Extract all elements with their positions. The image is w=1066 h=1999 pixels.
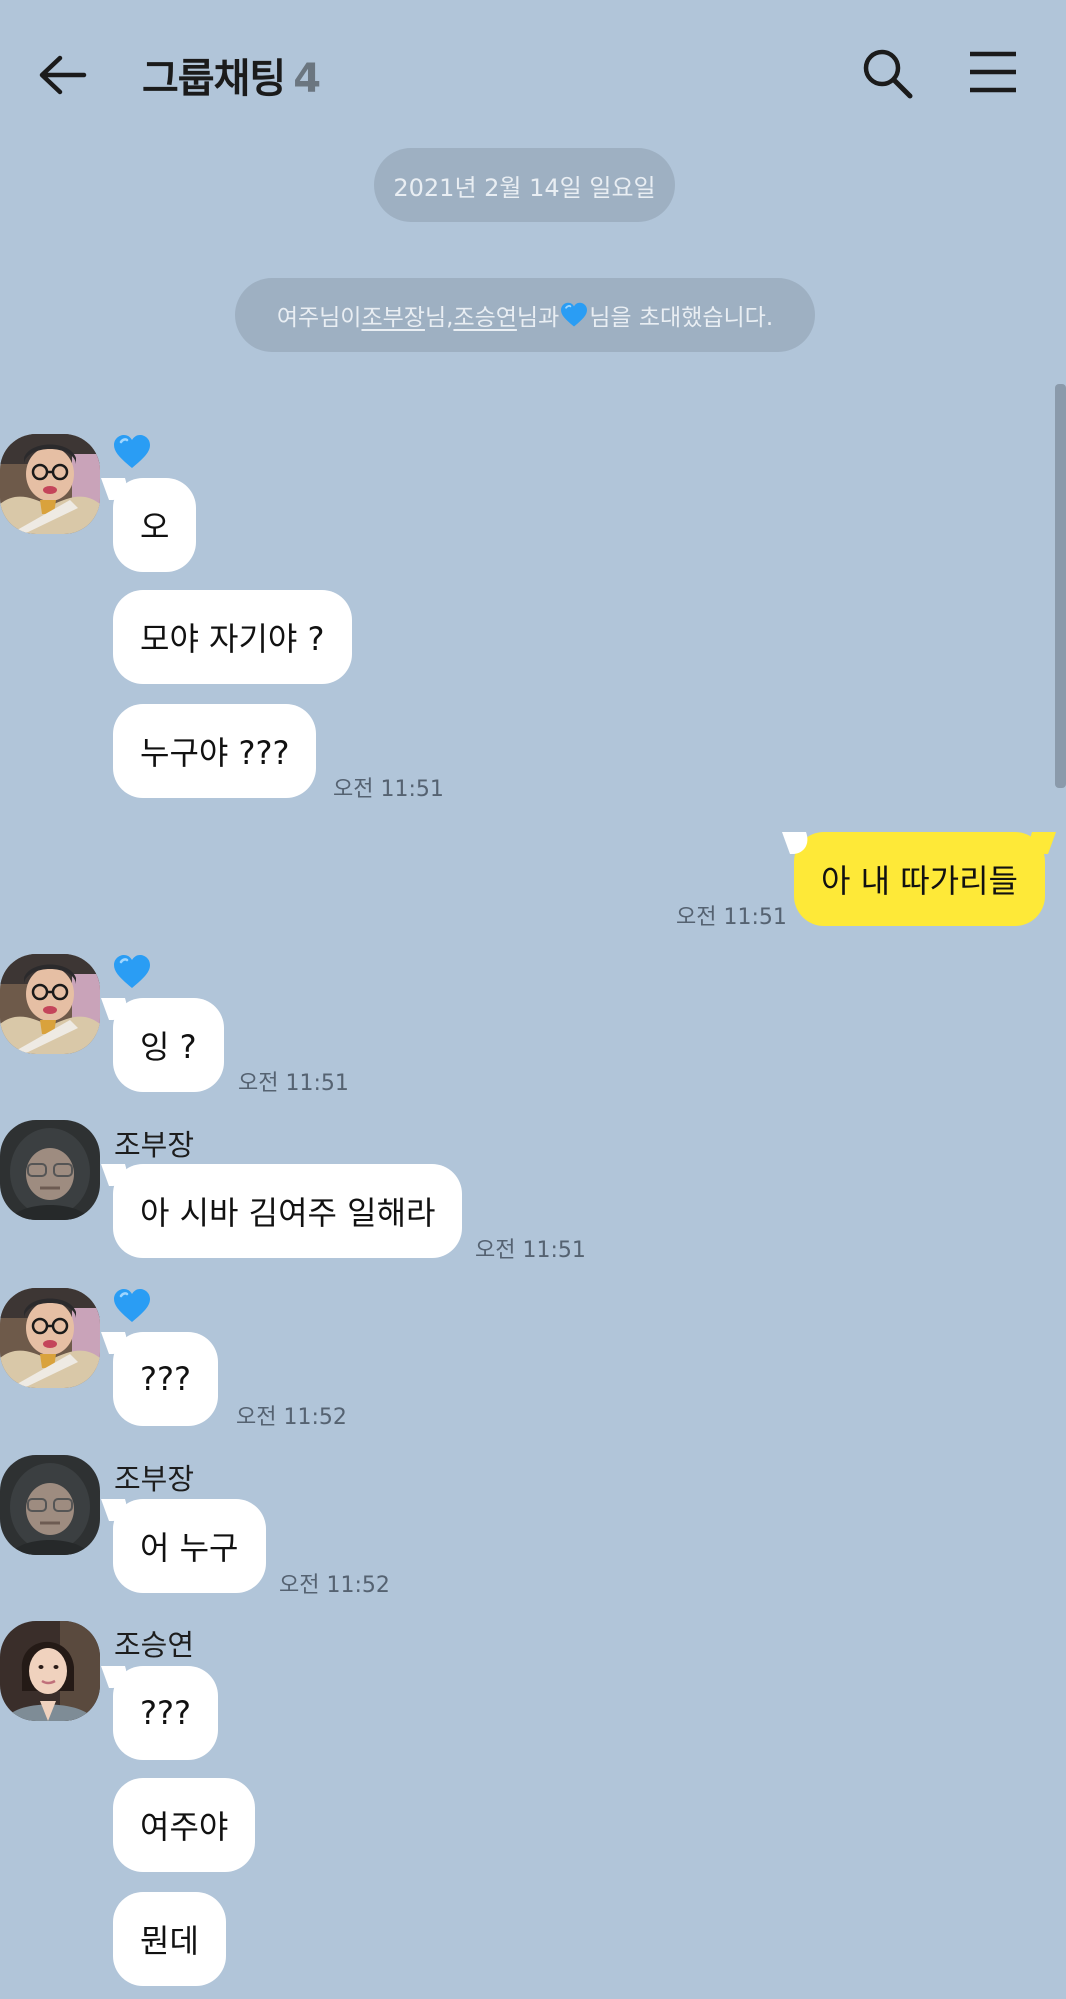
avatar[interactable]	[0, 954, 100, 1054]
message-bubble[interactable]: 잉 ?	[113, 998, 224, 1092]
avatar[interactable]	[0, 1455, 100, 1555]
message-bubble[interactable]: 여주야	[113, 1778, 256, 1872]
chat-header: 그룹채팅 4	[0, 0, 1066, 150]
message-time: 오전 11:51	[333, 777, 444, 802]
message-bubble[interactable]: 아 시바 김여주 일해라	[113, 1164, 463, 1258]
message-time: 오전 11:51	[676, 905, 787, 930]
invite-notice: 여주님이 조부장 님, 조승연 님과 님을 초대했습니다.	[235, 278, 815, 352]
avatar[interactable]	[0, 434, 100, 534]
message-time: 오전 11:52	[279, 1573, 390, 1598]
menu-icon[interactable]	[968, 50, 1018, 94]
message-bubble[interactable]: 오	[113, 478, 197, 572]
heart-icon[interactable]	[559, 302, 589, 328]
heart-icon	[112, 1288, 152, 1324]
notice-sep: 님,	[424, 305, 454, 331]
message-bubble[interactable]: ???	[113, 1332, 218, 1426]
notice-name-jo[interactable]: 조부장	[361, 298, 424, 332]
message-time: 오전 11:52	[236, 1405, 347, 1430]
avatar[interactable]	[0, 1288, 100, 1388]
my-message-bubble[interactable]: 아 내 따가리들	[794, 832, 1045, 926]
message-bubble[interactable]: 어 누구	[113, 1499, 266, 1593]
member-count: 4	[293, 56, 321, 102]
sender-name: 조부장	[114, 1462, 195, 1496]
message-bubble[interactable]: 뭔데	[113, 1892, 226, 1986]
notice-name-seung[interactable]: 조승연	[453, 298, 516, 332]
chat-title-text: 그룹채팅	[142, 56, 286, 102]
chat-title: 그룹채팅 4	[142, 46, 321, 104]
message-bubble[interactable]: 모야 자기야 ?	[113, 590, 352, 684]
message-bubble[interactable]: 누구야 ???	[113, 704, 317, 798]
avatar[interactable]	[0, 1621, 100, 1721]
sender-name: 조승연	[114, 1628, 195, 1662]
back-arrow-icon[interactable]	[36, 50, 90, 100]
notice-inviter: 여주님이	[276, 305, 362, 331]
message-time: 오전 11:51	[238, 1071, 349, 1096]
message-time: 오전 11:51	[475, 1238, 586, 1263]
search-icon[interactable]	[860, 46, 916, 102]
heart-icon	[112, 954, 152, 990]
date-divider: 2021년 2월 14일 일요일	[374, 148, 675, 222]
message-bubble[interactable]: ???	[113, 1666, 218, 1760]
scrollbar[interactable]	[1055, 384, 1066, 788]
notice-sep: 님과	[516, 305, 560, 331]
heart-icon	[112, 434, 152, 470]
notice-suffix: 님을 초대했습니다.	[589, 305, 774, 331]
sender-name: 조부장	[114, 1128, 195, 1162]
avatar[interactable]	[0, 1120, 100, 1220]
